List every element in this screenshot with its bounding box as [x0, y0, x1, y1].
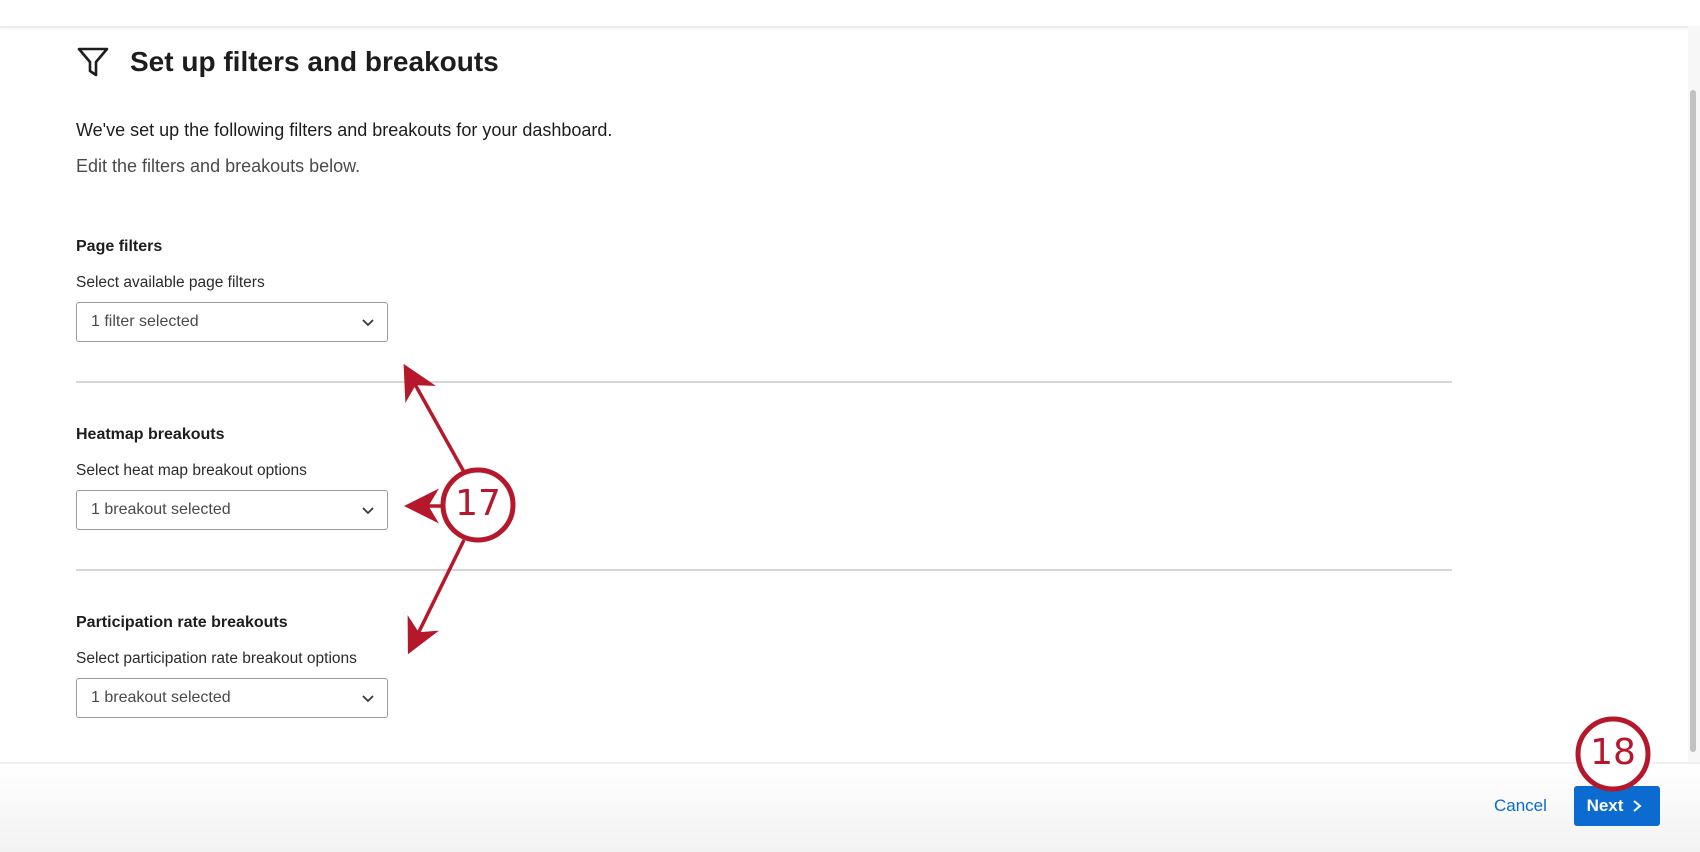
- intro-instructions: Edit the filters and breakouts below.: [76, 156, 361, 176]
- next-button[interactable]: Next: [1574, 786, 1660, 826]
- next-button-label: Next: [1586, 796, 1624, 815]
- top-bar-edge: [0, 0, 1700, 28]
- footer-bar: [0, 762, 1700, 852]
- section-subtitle: Select participation rate breakout optio…: [76, 650, 357, 667]
- participation-rate-breakouts-section: Participation rate breakouts Select part…: [76, 614, 1452, 718]
- heatmap-breakouts-section: Heatmap breakouts Select heat map breako…: [76, 426, 1452, 530]
- page-title: Set up filters and breakouts: [130, 46, 499, 77]
- cancel-button[interactable]: Cancel: [1494, 796, 1547, 816]
- page-filters-dropdown[interactable]: 1 filter selected: [76, 302, 388, 342]
- chevron-down-icon: [362, 695, 374, 703]
- chevron-down-icon: [362, 507, 374, 515]
- dropdown-value: 1 breakout selected: [91, 689, 231, 706]
- heatmap-breakouts-dropdown[interactable]: 1 breakout selected: [76, 490, 388, 530]
- page-header: Set up filters and breakouts: [76, 42, 499, 82]
- section-title: Participation rate breakouts: [76, 614, 288, 631]
- dropdown-value: 1 breakout selected: [91, 501, 231, 518]
- section-subtitle: Select heat map breakout options: [76, 462, 307, 479]
- chevron-right-icon: [1633, 800, 1642, 812]
- section-title: Page filters: [76, 238, 163, 255]
- section-divider: [76, 381, 1452, 383]
- intro-text: We've set up the following filters and b…: [76, 120, 613, 140]
- callout-17-label: 17: [455, 483, 501, 524]
- page-filters-section: Page filters Select available page filte…: [76, 238, 1452, 342]
- participation-rate-breakouts-dropdown[interactable]: 1 breakout selected: [76, 678, 388, 718]
- callout-18-label: 18: [1590, 732, 1636, 773]
- section-subtitle: Select available page filters: [76, 274, 265, 291]
- section-divider: [76, 569, 1452, 571]
- chevron-down-icon: [362, 319, 374, 327]
- dropdown-value: 1 filter selected: [91, 313, 199, 330]
- section-title: Heatmap breakouts: [76, 426, 225, 443]
- scrollbar-thumb[interactable]: [1690, 90, 1696, 752]
- filter-icon: [77, 47, 109, 77]
